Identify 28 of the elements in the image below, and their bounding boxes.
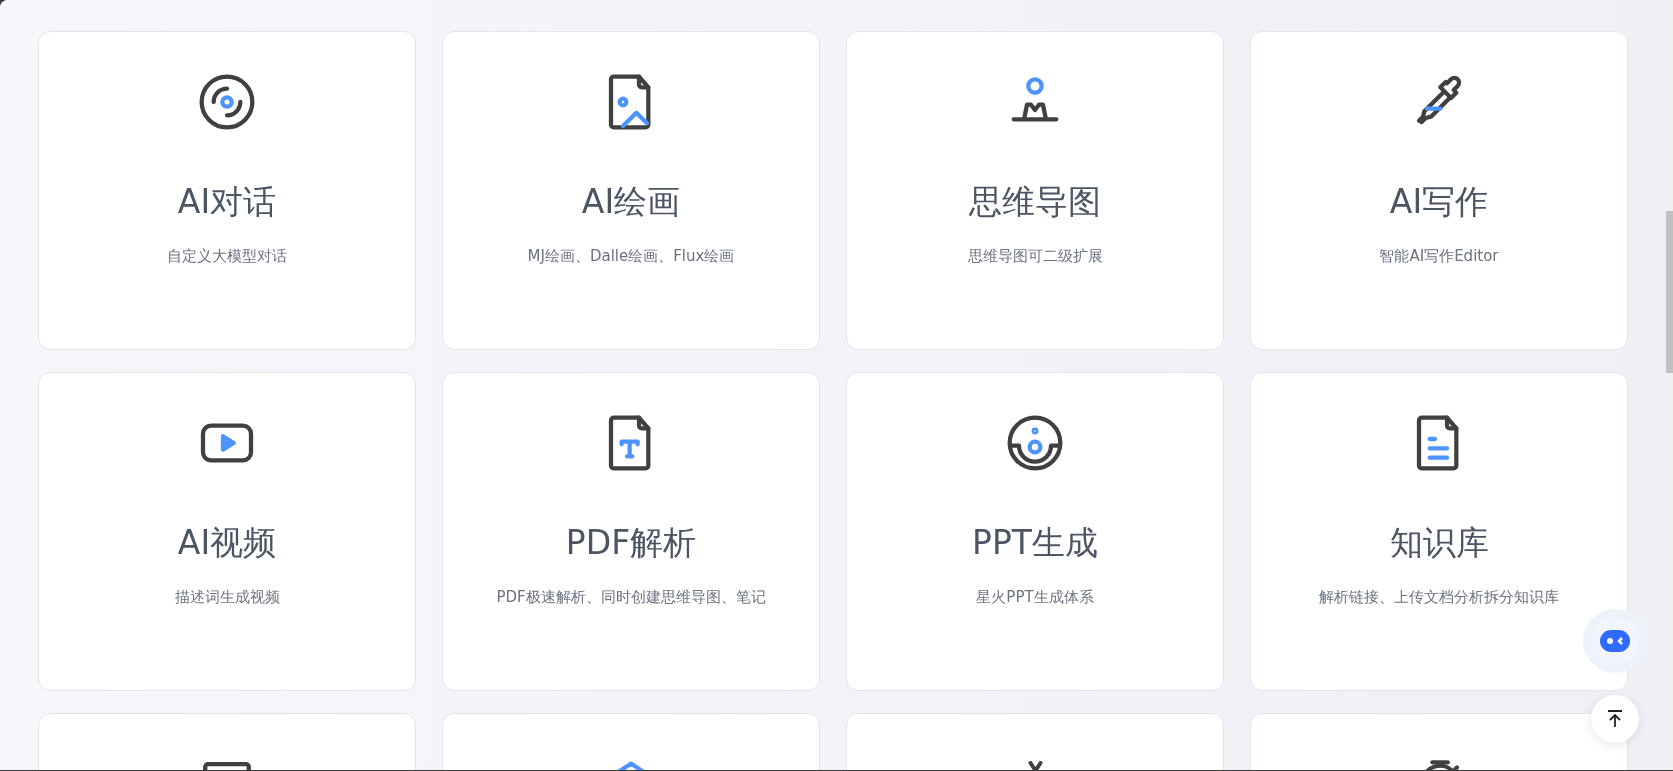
- feature-card[interactable]: AI对话 自定义大模型对话: [38, 31, 416, 350]
- feature-description: MJ绘画、Dalle绘画、Flux绘画: [527, 247, 735, 266]
- arrow-up-icon: [1607, 710, 1623, 728]
- robot-icon: [1600, 630, 1630, 652]
- feature-title: PDF解析: [565, 522, 697, 564]
- feature-title: PPT生成: [972, 522, 1098, 564]
- feature-card[interactable]: 知识库 解析链接、上传文档分析拆分知识库: [1250, 372, 1628, 691]
- feature-title: 知识库: [1389, 522, 1489, 564]
- feature-description: 星火PPT生成体系: [976, 588, 1094, 607]
- feature-card[interactable]: 思维导图 思维导图可二级扩展: [846, 31, 1224, 350]
- feature-description: PDF极速解析、同时创建思维导图、笔记: [496, 588, 766, 607]
- feature-card[interactable]: PPT生成 星火PPT生成体系: [846, 372, 1224, 691]
- feature-card[interactable]: AI绘画 MJ绘画、Dalle绘画、Flux绘画: [442, 31, 820, 350]
- feature-card[interactable]: AI写作 智能AI写作Editor: [1250, 31, 1628, 350]
- feature-title: AI对话: [177, 181, 277, 223]
- feature-description: 思维导图可二级扩展: [967, 247, 1103, 266]
- feature-card[interactable]: AI视频 描述词生成视频: [38, 372, 416, 691]
- feature-title: AI视频: [177, 522, 277, 564]
- feature-title: AI绘画: [581, 181, 681, 223]
- feature-description: 描述词生成视频: [174, 588, 280, 607]
- feature-title: AI写作: [1389, 181, 1489, 223]
- feature-description: 自定义大模型对话: [167, 247, 287, 266]
- feature-description: 智能AI写作Editor: [1379, 247, 1499, 266]
- scrollbar-thumb[interactable]: [1666, 211, 1673, 373]
- feature-title: 思维导图: [969, 181, 1101, 223]
- feature-card[interactable]: PDF解析 PDF极速解析、同时创建思维导图、笔记: [442, 372, 820, 691]
- back-to-top-button[interactable]: [1591, 695, 1639, 743]
- feature-description: 解析链接、上传文档分析拆分知识库: [1319, 588, 1559, 607]
